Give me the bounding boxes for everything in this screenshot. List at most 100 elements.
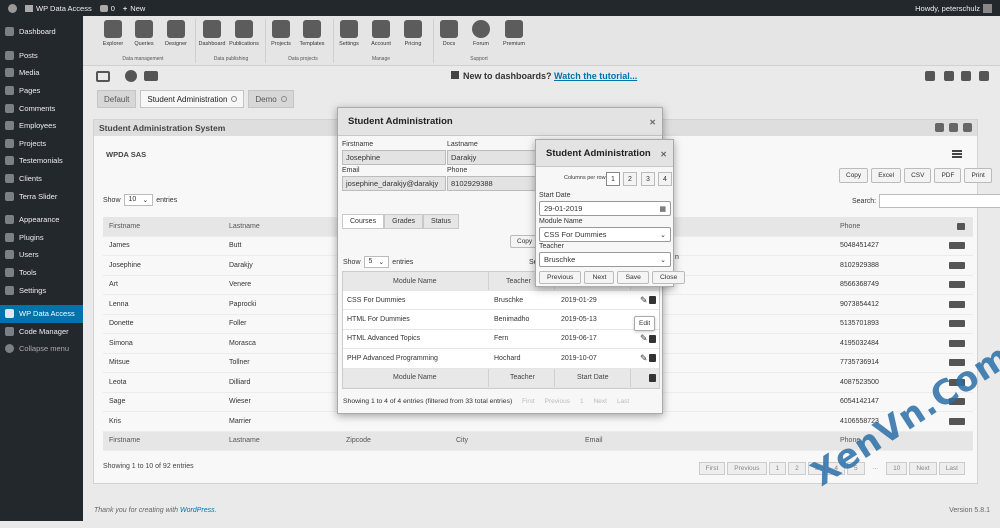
tab-grades[interactable]: Grades bbox=[384, 214, 424, 229]
courses-length-select[interactable]: 5 ⌄ bbox=[363, 256, 390, 268]
publications-button[interactable]: Publications bbox=[226, 20, 262, 47]
sidebar-item-tools[interactable]: Tools bbox=[0, 264, 83, 282]
comments-link[interactable]: 0 bbox=[99, 4, 115, 13]
email-field[interactable]: josephine_darakjy@darakjy bbox=[342, 176, 446, 191]
tab-student-administration[interactable]: Student Administration bbox=[140, 90, 245, 108]
print-button[interactable]: Print bbox=[964, 168, 992, 183]
sidebar-item-settings[interactable]: Settings bbox=[0, 281, 83, 299]
previous-button[interactable]: Previous bbox=[539, 271, 582, 284]
share-icon[interactable] bbox=[935, 123, 944, 132]
watch-tutorial-link[interactable]: Watch the tutorial... bbox=[554, 71, 637, 81]
view-icon[interactable] bbox=[649, 354, 656, 363]
sidebar-item-pages[interactable]: Pages bbox=[0, 82, 83, 100]
sidebar-item-dashboard[interactable]: Dashboard bbox=[0, 23, 83, 41]
premium-button[interactable]: Premium bbox=[496, 20, 532, 47]
sidebar-item-comments[interactable]: Comments bbox=[0, 99, 83, 117]
close-tab-icon[interactable] bbox=[280, 96, 287, 102]
columns-icon[interactable] bbox=[649, 373, 656, 382]
docs-button[interactable]: Docs bbox=[431, 20, 467, 47]
excel-button[interactable]: Excel bbox=[871, 168, 902, 183]
page-2[interactable]: 2 bbox=[788, 462, 806, 475]
page-last[interactable]: Last bbox=[617, 398, 629, 405]
tab-status[interactable]: Status bbox=[423, 214, 459, 229]
edit-icon[interactable]: ✎ bbox=[640, 295, 648, 306]
page-1[interactable]: 1 bbox=[580, 398, 584, 405]
column-header-phone[interactable]: Phone bbox=[840, 223, 860, 230]
page-first[interactable]: First bbox=[698, 462, 726, 475]
tab-courses[interactable]: Courses bbox=[342, 214, 385, 229]
table-row[interactable]: HTML Advanced Topics Fern 2019-06-17 ✎ bbox=[343, 330, 659, 350]
firstname-field[interactable]: Josephine bbox=[342, 150, 446, 165]
pricing-button[interactable]: Pricing bbox=[395, 20, 431, 47]
dashboard-button[interactable]: Dashboard bbox=[194, 20, 230, 47]
page-previous[interactable]: Previous bbox=[727, 462, 767, 475]
sidebar-item-collapse-menu[interactable]: Collapse menu bbox=[0, 340, 83, 358]
sidebar-item-posts[interactable]: Posts bbox=[0, 47, 83, 65]
add-circle-icon[interactable] bbox=[125, 70, 137, 82]
sidebar-item-employees[interactable]: Employees bbox=[0, 117, 83, 135]
close-button[interactable]: Close bbox=[651, 271, 686, 284]
sidebar-item-clients[interactable]: Clients bbox=[0, 170, 83, 188]
columns-3-button[interactable]: 3 bbox=[641, 172, 655, 186]
csv-button[interactable]: CSV bbox=[904, 168, 932, 183]
sidebar-item-testemonials[interactable]: Testemonials bbox=[0, 152, 83, 170]
row-action-icons[interactable] bbox=[949, 339, 965, 347]
column-header-module-name[interactable]: Module Name bbox=[393, 278, 437, 285]
close-icon[interactable]: ✕ bbox=[660, 150, 667, 159]
sidebar-item-projects[interactable]: Projects bbox=[0, 135, 83, 153]
column-header-firstname[interactable]: Firstname bbox=[109, 223, 140, 230]
columns-2-button[interactable]: 2 bbox=[623, 172, 637, 186]
forum-button[interactable]: Forum bbox=[463, 20, 499, 47]
module-name-select[interactable]: CSS For Dummies ⌄ bbox=[539, 227, 671, 242]
layout-icon-1[interactable] bbox=[925, 71, 935, 81]
refresh-icon[interactable] bbox=[949, 123, 958, 132]
user-greeting[interactable]: Howdy, peterschulz bbox=[915, 3, 992, 13]
menu-icon[interactable] bbox=[952, 150, 962, 158]
page-next[interactable]: Next bbox=[594, 398, 607, 405]
sidebar-item-users[interactable]: Users bbox=[0, 246, 83, 264]
next-button[interactable]: Next bbox=[584, 271, 615, 284]
window-icon[interactable] bbox=[96, 71, 110, 82]
start-date-field[interactable]: 29-01-2019 ▦ bbox=[539, 201, 671, 216]
table-row[interactable]: PHP Advanced Programming Hochard 2019-10-0… bbox=[343, 349, 659, 369]
page-length-select[interactable]: 10 ⌄ bbox=[123, 194, 154, 206]
view-icon[interactable] bbox=[649, 296, 656, 305]
table-row[interactable]: HTML For Dummies Benimadho 2019-05-13 bbox=[343, 310, 659, 330]
account-button[interactable]: Account bbox=[363, 20, 399, 47]
wordpress-logo-icon[interactable] bbox=[8, 3, 17, 13]
sidebar-item-terra-slider[interactable]: Terra Slider bbox=[0, 187, 83, 205]
close-icon[interactable]: ✕ bbox=[649, 118, 656, 127]
designer-button[interactable]: Designer bbox=[158, 20, 194, 47]
row-action-icons[interactable] bbox=[949, 242, 965, 250]
layout-icon-3[interactable] bbox=[961, 71, 971, 81]
column-header-lastname[interactable]: Lastname bbox=[229, 223, 260, 230]
save-button[interactable]: Save bbox=[617, 271, 649, 284]
new-content-link[interactable]: + New bbox=[123, 4, 145, 13]
table-row[interactable]: Kris Marrier 4106558723 bbox=[103, 412, 973, 432]
site-name-link[interactable]: WP Data Access bbox=[25, 4, 92, 13]
sidebar-item-appearance[interactable]: Appearance bbox=[0, 211, 83, 229]
page-1[interactable]: 1 bbox=[768, 462, 787, 475]
table-row[interactable]: CSS For Dummies Bruschke 2019-01-29 ✎ bbox=[343, 291, 659, 311]
page-previous[interactable]: Previous bbox=[545, 398, 570, 405]
edit-icon[interactable]: ✎ bbox=[640, 333, 648, 344]
row-action-icons[interactable] bbox=[949, 300, 965, 308]
row-action-icons[interactable] bbox=[949, 281, 965, 289]
search-input[interactable] bbox=[879, 194, 1000, 208]
templates-button[interactable]: Templates bbox=[294, 20, 330, 47]
sidebar-item-wp-data-access[interactable]: WP Data Access bbox=[0, 304, 83, 323]
pdf-button[interactable]: PDF bbox=[934, 168, 962, 183]
close-tab-icon[interactable] bbox=[231, 96, 238, 102]
phone-field[interactable]: 8102929388 bbox=[447, 176, 537, 191]
edit-icon[interactable]: ✎ bbox=[640, 353, 648, 364]
calendar-icon[interactable]: ▦ bbox=[659, 205, 666, 213]
folder-open-icon[interactable] bbox=[144, 71, 158, 81]
columns-4-button[interactable]: 4 bbox=[658, 172, 672, 186]
row-action-icons[interactable] bbox=[949, 261, 965, 269]
tab-demo[interactable]: Demo bbox=[248, 90, 294, 108]
wordpress-link[interactable]: WordPress bbox=[180, 507, 215, 514]
page-first[interactable]: First bbox=[522, 398, 535, 405]
queries-button[interactable]: Queries bbox=[126, 20, 162, 47]
columns-1-button[interactable]: 1 bbox=[606, 172, 620, 186]
layout-icon-4[interactable] bbox=[979, 71, 989, 81]
